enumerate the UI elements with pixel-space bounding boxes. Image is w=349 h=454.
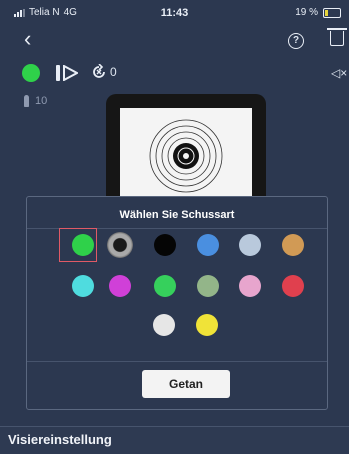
shot-option-bullet-hole[interactable] — [107, 232, 133, 258]
help-icon[interactable]: ? — [288, 33, 304, 49]
shot-option-white[interactable] — [153, 314, 175, 336]
shot-option-light-blue[interactable] — [239, 234, 261, 256]
ammo-counter: 10 — [24, 95, 47, 107]
fire-shot-icon[interactable] — [56, 65, 78, 81]
trash-icon[interactable] — [327, 28, 347, 46]
battery-icon — [323, 7, 341, 18]
done-button[interactable]: Getan — [142, 370, 230, 398]
shot-option-green-2[interactable] — [154, 275, 176, 297]
ammo-count: 10 — [35, 95, 48, 107]
shot-option-cyan[interactable] — [72, 275, 94, 297]
battery-percent: 19 % — [295, 7, 318, 18]
dialog-title: Wählen Sie Schussart — [119, 209, 235, 221]
status-bar: Telia N 4G 11:43 19 % — [0, 0, 349, 22]
shot-type-dialog: Wählen Sie Schussart Getan — [26, 196, 328, 410]
nav-bar: ‹ ? — [0, 24, 349, 58]
shot-option-yellow[interactable] — [196, 314, 218, 336]
shot-option-pink[interactable] — [239, 275, 261, 297]
bullet-icon — [24, 95, 29, 107]
back-chevron-icon[interactable]: ‹ — [24, 28, 31, 50]
reset-shots-button[interactable]: 0 — [91, 64, 117, 80]
status-right: 19 % — [295, 7, 341, 18]
shot-option-tan[interactable] — [282, 234, 304, 256]
shot-toolbar: 0 ◁× — [0, 60, 349, 86]
speaker-muted-icon[interactable]: ◁× — [331, 66, 347, 80]
shot-option-blue[interactable] — [197, 234, 219, 256]
sight-settings-bar[interactable]: Visiereinstellung — [0, 426, 349, 454]
shot-option-red[interactable] — [282, 275, 304, 297]
shot-type-button[interactable] — [22, 64, 40, 82]
shot-option-magenta[interactable] — [109, 275, 131, 297]
shot-option-green[interactable] — [72, 234, 94, 256]
shot-option-sage[interactable] — [197, 275, 219, 297]
shot-option-black[interactable] — [154, 234, 176, 256]
reset-icon — [93, 64, 105, 78]
sight-settings-label: Visiereinstellung — [8, 432, 112, 447]
dialog-divider-bottom — [27, 361, 327, 362]
shot-count: 0 — [110, 65, 117, 79]
